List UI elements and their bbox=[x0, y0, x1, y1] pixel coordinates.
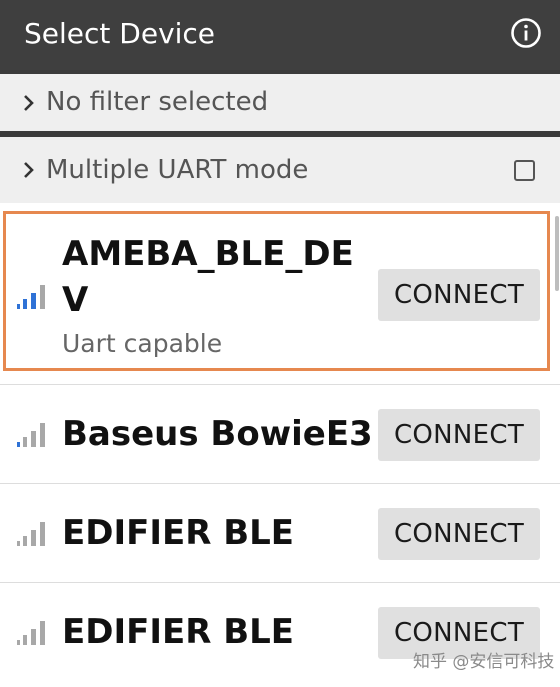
signal-bar bbox=[40, 285, 45, 309]
device-list: AMEBA_BLE_DE V Uart capable CONNECT Base… bbox=[0, 205, 560, 687]
filter-label: No filter selected bbox=[46, 87, 269, 117]
signal-bar bbox=[40, 522, 45, 546]
app-bar: Select Device bbox=[0, 0, 560, 70]
uart-mode-row[interactable]: Multiple UART mode bbox=[0, 137, 560, 203]
signal-bar bbox=[40, 621, 45, 645]
connect-button[interactable]: CONNECT bbox=[378, 409, 540, 461]
connect-button[interactable]: CONNECT bbox=[378, 508, 540, 560]
signal-bar bbox=[31, 530, 36, 546]
device-row[interactable]: Baseus BowieE3 CONNECT bbox=[0, 385, 560, 483]
watermark: 知乎 @安信可科技 bbox=[413, 652, 555, 672]
signal-strength-icon bbox=[17, 621, 45, 645]
signal-bar bbox=[40, 423, 45, 447]
page-title: Select Device bbox=[24, 17, 216, 50]
signal-bar bbox=[31, 431, 36, 447]
signal-bar bbox=[23, 536, 27, 546]
signal-bar bbox=[17, 304, 20, 309]
signal-strength-icon bbox=[17, 285, 45, 309]
filter-row[interactable]: No filter selected bbox=[0, 74, 560, 131]
device-row[interactable]: EDIFIER BLE CONNECT bbox=[0, 484, 560, 582]
signal-bar bbox=[17, 640, 20, 645]
signal-strength-icon bbox=[17, 423, 45, 447]
device-row[interactable]: AMEBA_BLE_DE V Uart capable CONNECT bbox=[0, 205, 560, 381]
chevron-right-icon bbox=[24, 162, 34, 178]
connect-button[interactable]: CONNECT bbox=[378, 269, 540, 321]
signal-bar bbox=[17, 442, 20, 447]
device-subtitle: Uart capable bbox=[62, 329, 223, 358]
chevron-right-icon bbox=[24, 95, 34, 111]
uart-mode-label: Multiple UART mode bbox=[46, 155, 309, 185]
uart-mode-checkbox[interactable] bbox=[514, 160, 535, 181]
signal-bar bbox=[23, 437, 27, 447]
signal-strength-icon bbox=[17, 522, 45, 546]
signal-bar bbox=[23, 635, 27, 645]
signal-bar bbox=[17, 541, 20, 546]
device-name: Baseus BowieE3 bbox=[62, 414, 373, 454]
device-name: AMEBA_BLE_DE V bbox=[62, 234, 354, 320]
signal-bar bbox=[31, 293, 36, 309]
info-icon[interactable] bbox=[510, 17, 542, 49]
device-name: EDIFIER BLE bbox=[62, 612, 295, 652]
signal-bar bbox=[23, 299, 27, 309]
scrollbar[interactable] bbox=[555, 216, 559, 291]
device-name: EDIFIER BLE bbox=[62, 513, 295, 553]
signal-bar bbox=[31, 629, 36, 645]
